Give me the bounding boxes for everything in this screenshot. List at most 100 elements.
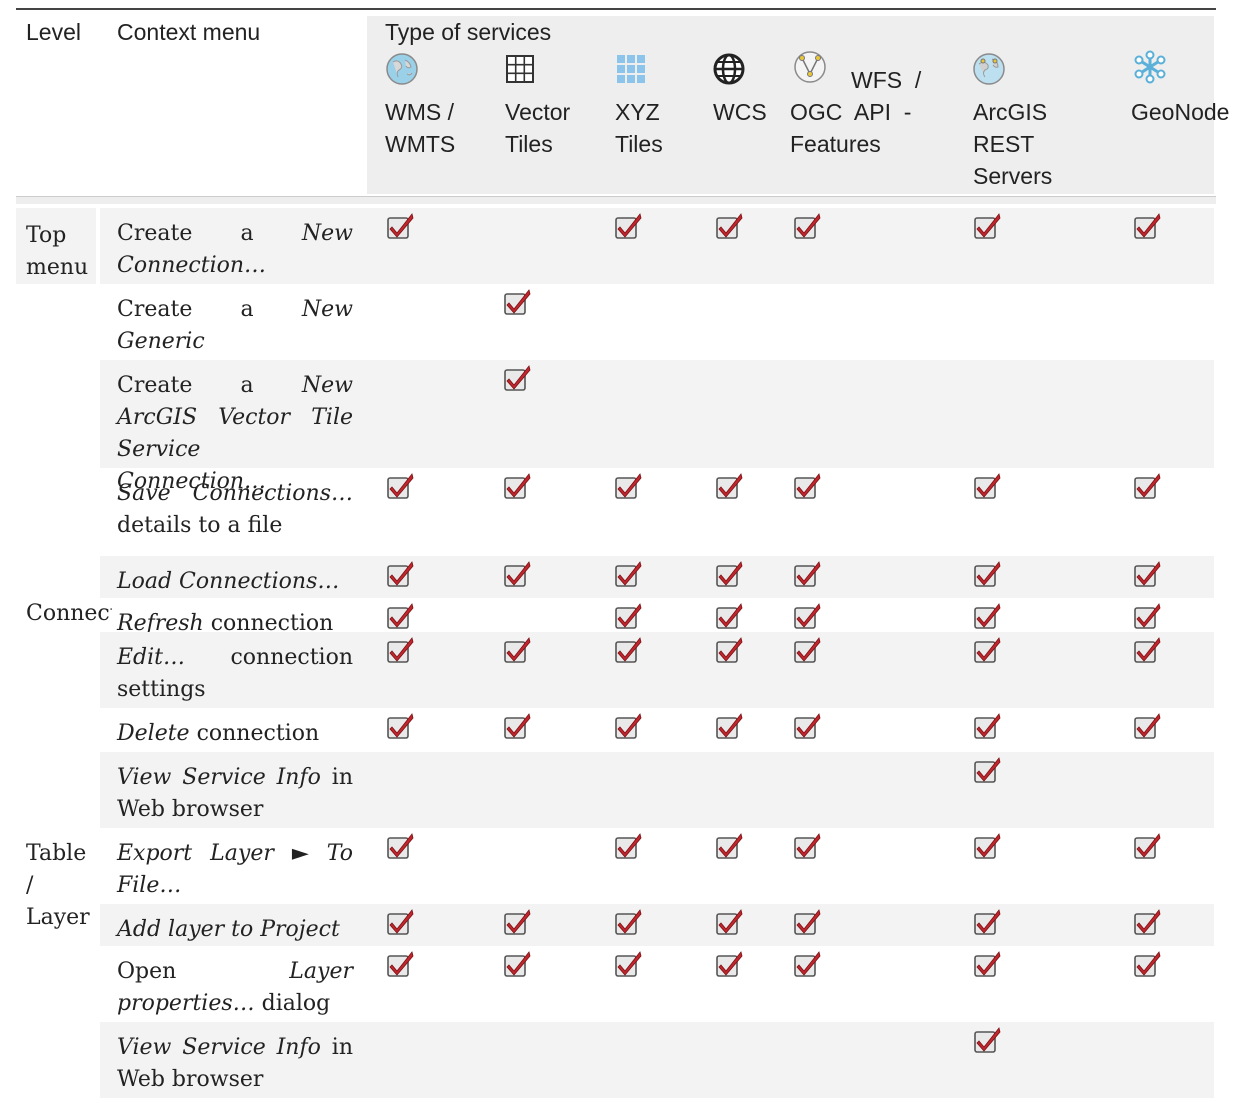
checkbox-checked-icon [794,713,821,739]
checkbox-checked-icon [974,757,1001,783]
header-vector-tiles: Vector Tiles [505,96,570,160]
menu-item-name: Delete [117,721,190,746]
header-wms-line2: WMTS [385,131,456,157]
checkbox-checked-icon [615,951,642,977]
header-wcs: WCS [713,99,767,125]
menu-item-name: Export Layer ► To File… [117,841,353,898]
context-menu-item: View Service Info in Web browser [117,762,353,826]
checkbox-checked-icon [1134,561,1161,587]
checkbox-checked-icon [387,213,414,239]
geonode-icon [1134,50,1166,84]
checkbox-checked-icon [387,473,414,499]
context-menu-item: View Service Info in Web browser [117,1032,353,1096]
checkbox-checked-icon [615,561,642,587]
checkbox-checked-icon [1134,951,1161,977]
checkbox-checked-icon [716,909,743,935]
checkbox-checked-icon [794,833,821,859]
checkbox-checked-icon [387,603,414,629]
menu-item-name: Save Connections… [117,481,353,506]
header-bottom-band [16,196,1216,204]
checkbox-checked-icon [1134,833,1161,859]
checkbox-checked-icon [974,951,1001,977]
checkbox-checked-icon [716,213,743,239]
context-menu-item: Add layer to Project [117,914,353,946]
checkbox-checked-icon [974,713,1001,739]
menu-item-text: Create a [117,373,302,398]
checkbox-checked-icon [1134,909,1161,935]
tiles-icon [617,55,645,83]
checkbox-checked-icon [716,561,743,587]
header-type-of-services: Type of services [385,19,552,45]
header-vector-tiles-line2: Tiles [505,131,553,157]
checkbox-checked-icon [794,473,821,499]
checkbox-checked-icon [974,909,1001,935]
context-menu-item: Open Layer properties… dialog [117,956,353,1020]
header-arcgis-line2: REST [973,131,1035,157]
checkbox-checked-icon [615,833,642,859]
checkbox-checked-icon [615,473,642,499]
header-geonode: GeoNode [1131,99,1230,125]
menu-item-text: dialog [254,991,331,1016]
checkbox-checked-icon [615,909,642,935]
checkbox-checked-icon [716,951,743,977]
checkbox-checked-icon [615,603,642,629]
menu-item-name: Edit… [117,645,186,670]
context-menu-item: Create a New Connection… [117,218,353,282]
checkbox-checked-icon [1134,603,1161,629]
header-wfs-line1: WFS / [851,67,922,93]
context-menu-item: Load Connections… [117,566,353,598]
checkbox-checked-icon [716,713,743,739]
checkbox-checked-icon [504,561,531,587]
header-wfs-line3: Features [790,131,881,157]
header-divider [16,196,1216,197]
header-xyz-tiles-line1: XYZ [615,99,660,125]
checkbox-checked-icon [794,637,821,663]
checkbox-checked-icon [504,473,531,499]
menu-item-name: View Service Info [117,1035,321,1060]
header-wms: WMS / WMTS [385,96,455,160]
menu-item-text: Create a [117,221,302,246]
checkbox-checked-icon [615,713,642,739]
menu-item-name: Add layer to Project [117,917,340,942]
globe-wms-icon [386,53,418,85]
menu-item-name: Load Connections… [117,569,340,594]
globe-arcgis-icon [973,53,1005,85]
header-xyz-tiles-line2: Tiles [615,131,663,157]
menu-item-text: connection [189,721,320,746]
menu-item-text: details to a file [117,513,283,538]
checkbox-checked-icon [387,909,414,935]
grid-icon [506,55,534,83]
globe-wfs-icon [794,51,826,83]
context-menu-item: Export Layer ► To File… [117,838,353,902]
header-wfs-line2: OGC API - [790,99,912,125]
context-menu-item: Save Connections… details to a file [117,478,353,542]
checkbox-checked-icon [504,365,531,391]
checkbox-checked-icon [794,561,821,587]
header-xyz-tiles: XYZ Tiles [615,96,663,160]
globe-wcs-icon [713,53,745,85]
checkbox-checked-icon [387,637,414,663]
menu-item-text: Open [117,959,290,984]
table-top-border [16,8,1216,10]
checkbox-checked-icon [974,473,1001,499]
checkbox-checked-icon [794,951,821,977]
checkbox-checked-icon [974,561,1001,587]
context-menu-item: Delete connection [117,718,353,750]
level-top-menu-line2: menu [26,255,89,280]
checkbox-checked-icon [504,637,531,663]
header-arcgis-line3: Servers [973,163,1053,189]
checkbox-checked-icon [387,951,414,977]
context-menu-item: Edit… connection settings [117,642,353,706]
checkbox-checked-icon [504,713,531,739]
level-cell-top-menu: Top menu [16,208,96,284]
menu-item-name: View Service Info [117,765,321,790]
checkbox-checked-icon [794,603,821,629]
checkbox-checked-icon [1134,713,1161,739]
level-table-line2: / [26,873,34,898]
checkbox-checked-icon [504,951,531,977]
menu-item-text: Create a [117,297,302,322]
header-arcgis: ArcGIS REST Servers [973,96,1052,192]
checkbox-checked-icon [504,909,531,935]
level-table-line1: Table [26,841,87,866]
checkbox-checked-icon [794,909,821,935]
